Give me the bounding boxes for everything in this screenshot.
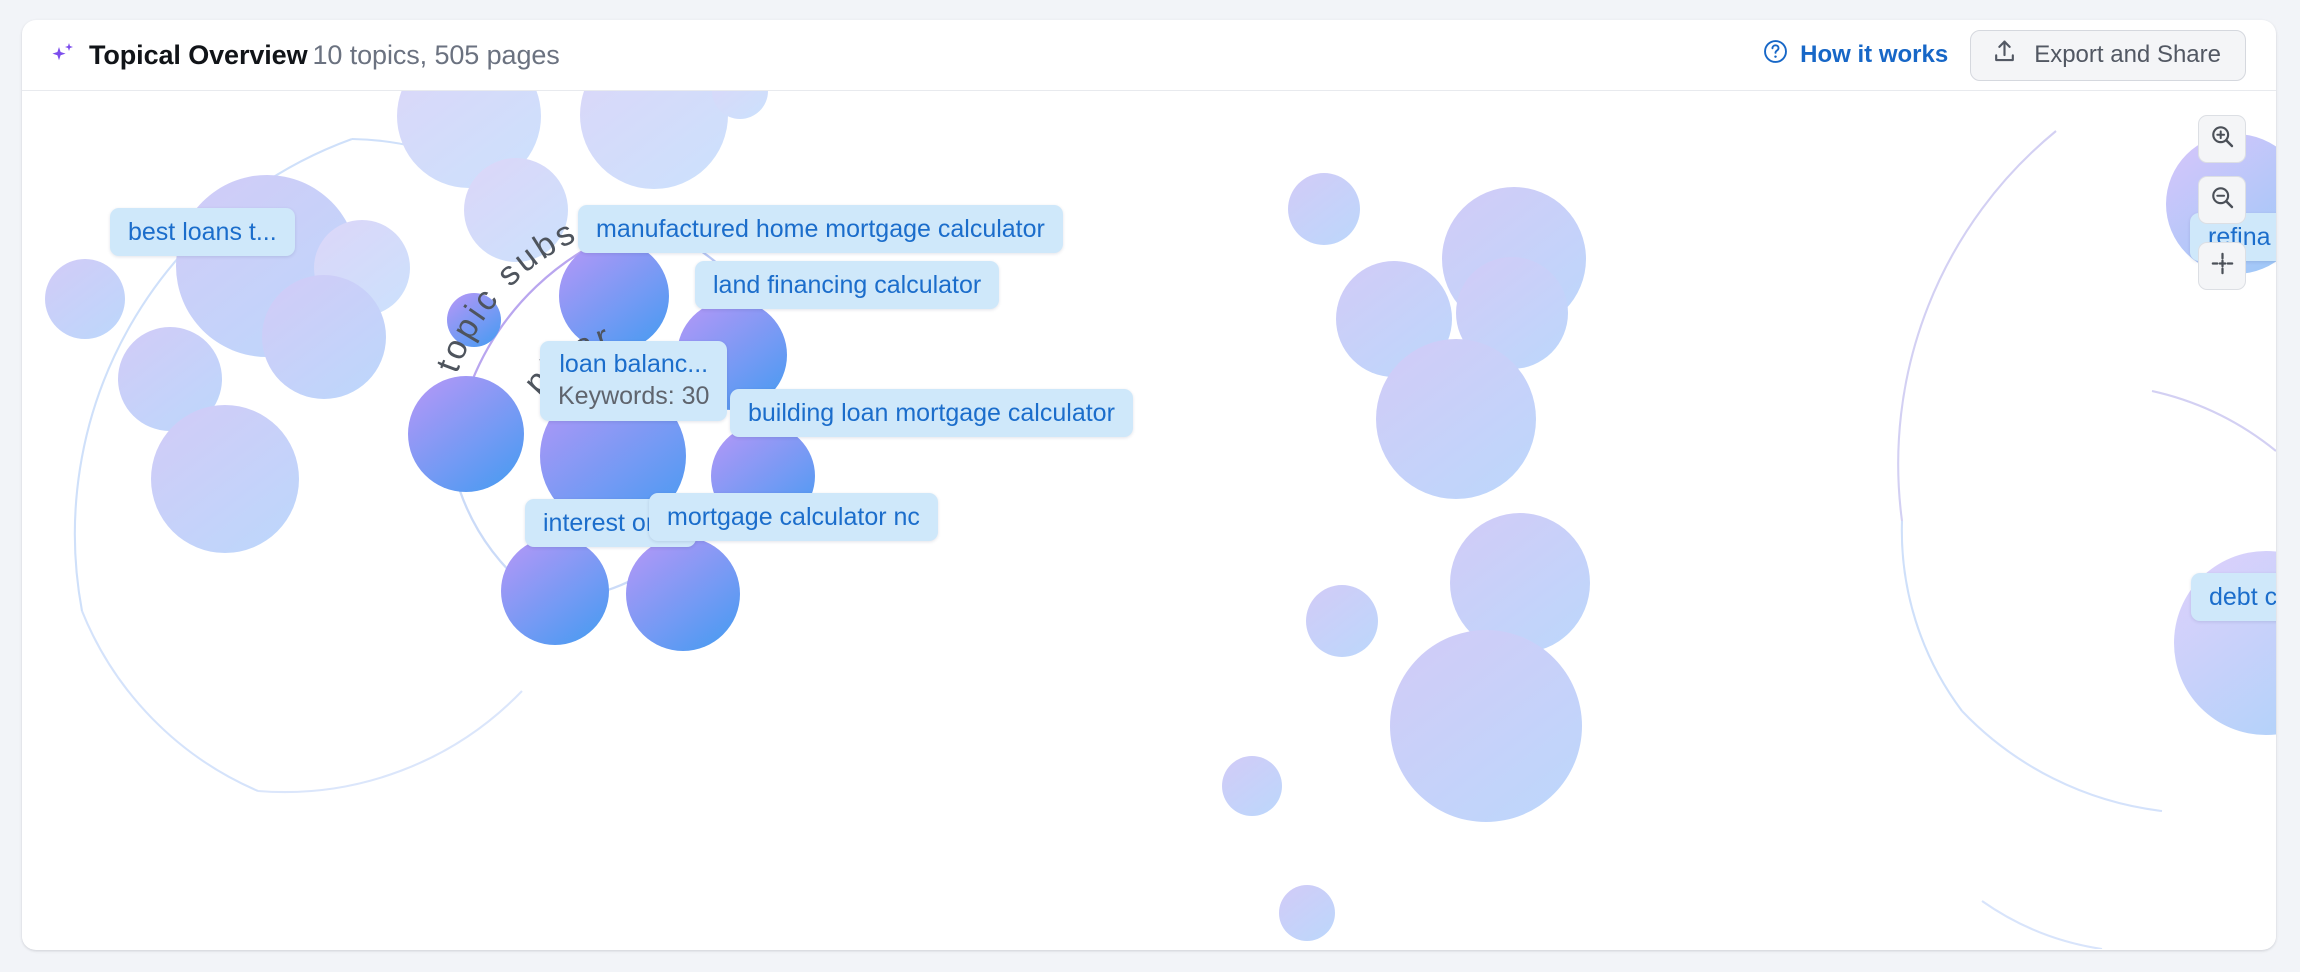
recenter-button[interactable] (2198, 242, 2246, 290)
export-and-share-button[interactable]: Export and Share (1970, 29, 2246, 81)
topic-graph-canvas[interactable]: topic subs pillar best loans t... manufa… (22, 91, 2276, 949)
node-label-loan-balance-keywords: Keywords: 30 (558, 382, 710, 410)
upload-icon (1991, 38, 2018, 72)
how-it-works-label: How it works (1800, 41, 1949, 68)
node-label-building-loan[interactable]: building loan mortgage calculator (730, 389, 1133, 437)
node-label-best-loans[interactable]: best loans t... (110, 208, 295, 256)
topical-overview-card: Topical Overview 10 topics, 505 pages How… (22, 20, 2276, 950)
question-circle-icon (1762, 38, 1789, 72)
node-label-debt-consolidation[interactable]: debt consoli... (2191, 573, 2276, 621)
crosshair-icon (2209, 250, 2236, 282)
node-label-land-financing[interactable]: land financing calculator (695, 261, 1000, 309)
zoom-controls (2198, 115, 2246, 290)
zoom-out-icon (2209, 184, 2236, 216)
node-label-loan-balance[interactable]: loan balanc... Keywords: 30 (540, 341, 728, 421)
zoom-out-button[interactable] (2198, 176, 2246, 224)
page-title-subtitle: 10 topics, 505 pages (312, 39, 560, 70)
node-label-manufactured-home[interactable]: manufactured home mortgage calculator (578, 205, 1063, 253)
card-header: Topical Overview 10 topics, 505 pages How… (22, 20, 2276, 91)
how-it-works-link[interactable]: How it works (1762, 38, 1948, 72)
topic-graph-svg: topic subs pillar (45, 91, 2276, 949)
bubble-mortgage-calculator-nc (626, 537, 740, 651)
node-label-loan-balance-title: loan balanc... (559, 350, 709, 378)
faded-bubbles-right (1222, 173, 1590, 941)
page-title: Topical Overview 10 topics, 505 pages (89, 40, 560, 71)
bubble-interest-only (501, 537, 609, 645)
zoom-in-button[interactable] (2198, 115, 2246, 163)
sparkle-icon (48, 38, 78, 73)
page-title-main: Topical Overview (89, 39, 308, 70)
header-actions: How it works Export and Share (1762, 29, 2246, 81)
bubble-extra-left (408, 376, 524, 492)
header-left-group: Topical Overview 10 topics, 505 pages (48, 38, 560, 73)
zoom-in-icon (2209, 123, 2236, 155)
export-and-share-label: Export and Share (2034, 41, 2221, 68)
node-label-mortgage-calculator-nc[interactable]: mortgage calculator nc (649, 493, 938, 541)
